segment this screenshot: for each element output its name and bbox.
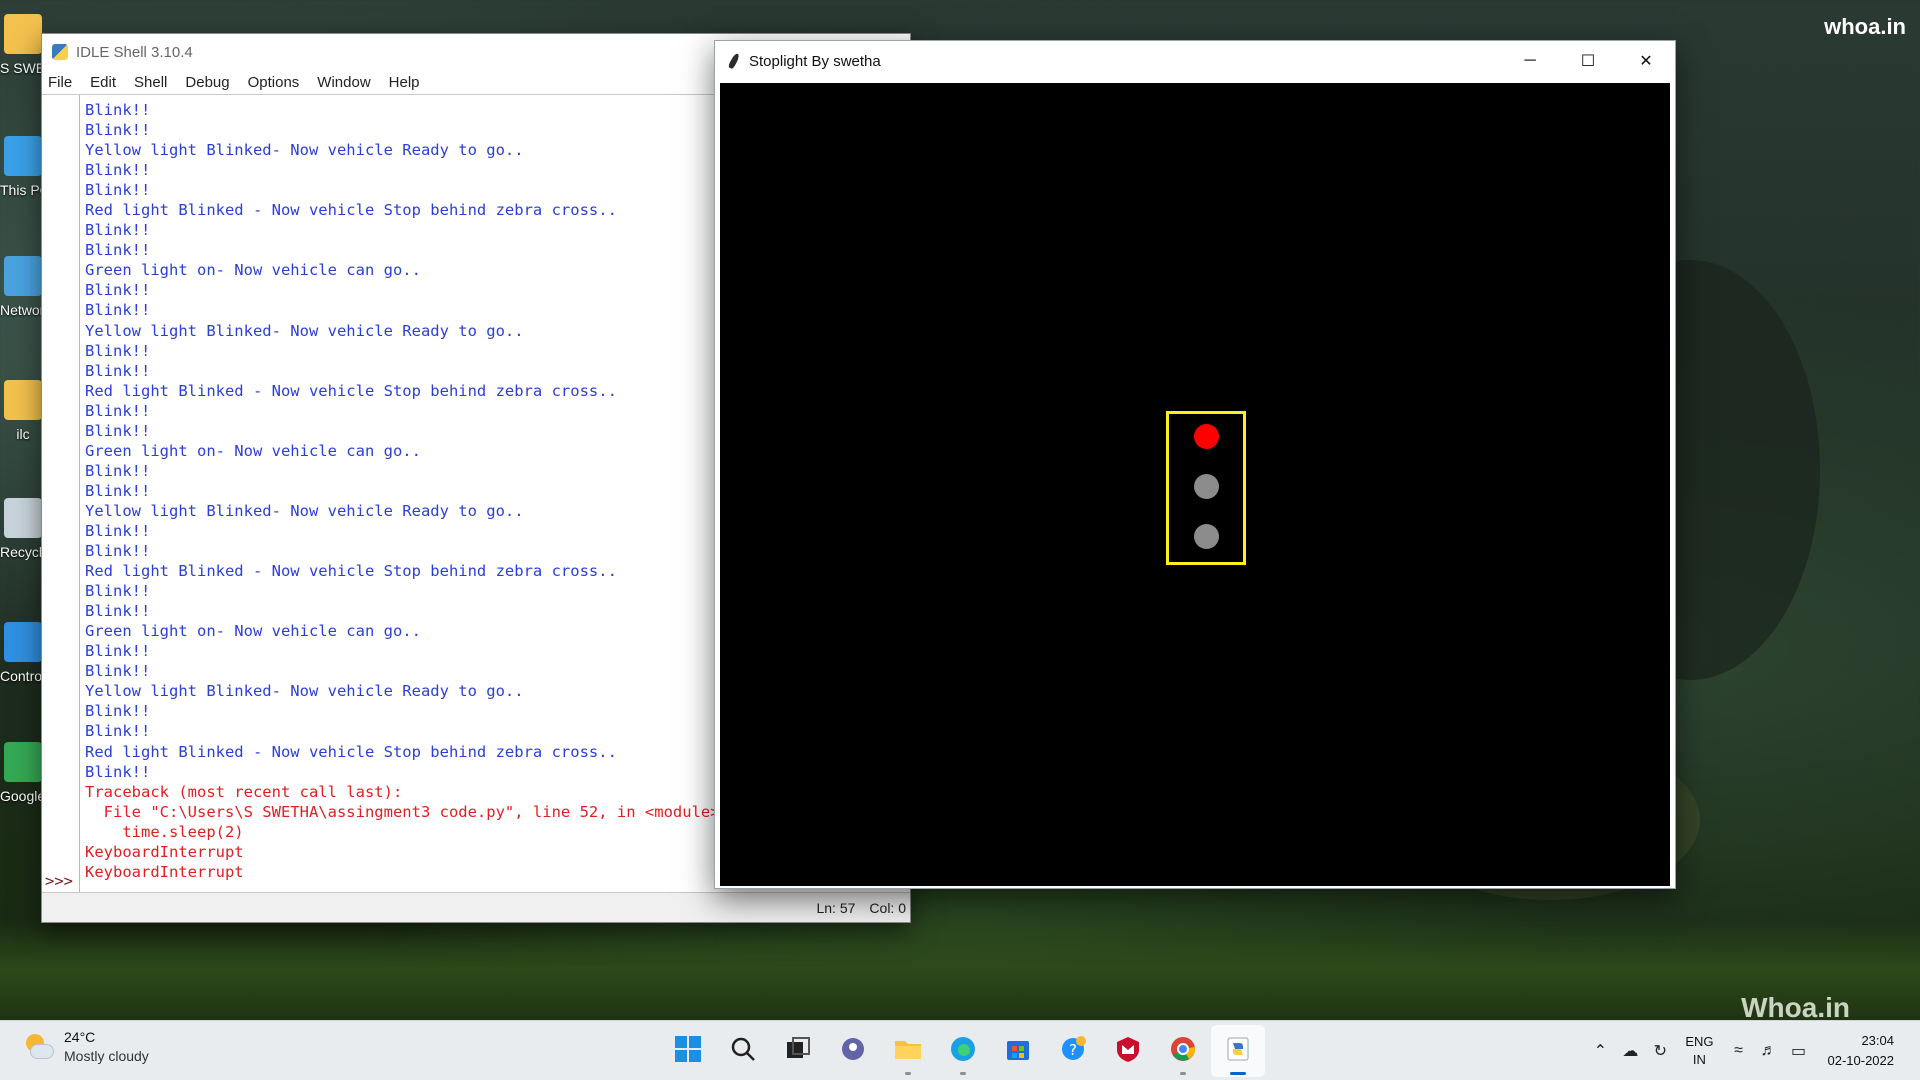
status-column: Col: 0 [869,899,906,916]
svg-text:?: ? [1069,1041,1077,1059]
desktop-this-pc-icon [4,136,42,176]
taskbar: 24°C Mostly cloudy ? ⌃ ☁ ↻ ENG IN ≈ ♬ ▭ … [0,1020,1920,1080]
desktop-icon-item[interactable]: S SWETHA [0,14,46,76]
chrome-button[interactable] [1156,1025,1210,1077]
desktop-icon-label: Network [0,302,46,318]
menu-options[interactable]: Options [239,74,309,91]
close-button[interactable]: ✕ [1617,41,1675,81]
volume-icon[interactable]: ♬ [1756,1038,1782,1064]
language-indicator[interactable]: ENG IN [1685,1033,1713,1069]
weather-temperature: 24°C [64,1029,96,1045]
clock-date: 02-10-2022 [1827,1053,1895,1068]
chevron-up-icon[interactable]: ⌃ [1587,1038,1613,1064]
desktop-icon-item[interactable]: Network [0,256,46,318]
desktop-network-icon [4,256,42,296]
python-icon [52,44,68,60]
menu-file[interactable]: File [42,74,81,91]
edge-icon [949,1035,977,1068]
desktop-recycle-bin-icon [4,498,42,538]
maximize-icon: ☐ [1580,53,1596,70]
store-button[interactable] [991,1025,1045,1077]
desktop-icon-label: Control Panel [0,668,46,684]
get-help-button[interactable]: ? [1046,1025,1100,1077]
search-icon [729,1035,757,1068]
desktop-icon-item[interactable]: ilc [2,380,44,442]
turtle-canvas[interactable] [720,83,1670,886]
folder-icon [893,1035,923,1068]
taskbar-apps: ? [660,1021,1265,1080]
chat-button[interactable] [826,1025,880,1077]
minimize-button[interactable]: ─ [1501,41,1559,81]
desktop-chrome-icon [4,742,42,782]
desktop-icon-item[interactable]: Recycle Bin [0,498,46,560]
wallpaper-grass [0,920,1920,1020]
menu-shell[interactable]: Shell [125,74,176,91]
desktop-icon-label: Google Chrome [0,788,46,804]
stoplight-titlebar[interactable]: Stoplight By swetha ─ ☐ ✕ [715,41,1675,81]
edge-button[interactable] [936,1025,990,1077]
red-lamp [1194,424,1219,449]
start-button[interactable] [661,1025,715,1077]
desktop-control-panel-icon [4,622,42,662]
feather-icon [727,53,741,69]
desktop-icon-label: ilc [16,426,30,442]
chat-icon [839,1035,867,1068]
running-indicator [904,1072,911,1075]
shell-prompt: >>> [45,872,73,890]
clock-time: 23:04 [1861,1033,1894,1048]
desktop-icon-item[interactable]: Google Chrome [0,742,46,804]
menu-window[interactable]: Window [308,74,379,91]
python-idle-button[interactable] [1210,1025,1265,1077]
file-explorer-button[interactable] [881,1025,935,1077]
desktop-icon-label: S SWETHA [0,60,46,76]
desktop-icon-item[interactable]: Control Panel [0,622,46,684]
desktop-icon-label: This PC [0,182,46,198]
maximize-button[interactable]: ☐ [1559,41,1617,81]
mcafee-button[interactable] [1101,1025,1155,1077]
search-button[interactable] [716,1025,770,1077]
minimize-icon: ─ [1524,52,1536,69]
wifi-icon[interactable]: ≈ [1726,1038,1752,1064]
region-code: IN [1692,1052,1706,1067]
task-view-button[interactable] [771,1025,825,1077]
python-icon [1224,1035,1252,1068]
store-icon [1004,1035,1032,1068]
wallpaper-watermark: whoa.in [1824,14,1906,39]
stoplight-window: Stoplight By swetha ─ ☐ ✕ [714,40,1676,889]
help-icon: ? [1059,1035,1087,1068]
running-indicator [1179,1072,1186,1075]
running-indicator [1229,1072,1246,1075]
weather-condition: Mostly cloudy [64,1048,149,1064]
menu-help[interactable]: Help [380,74,429,91]
menu-edit[interactable]: Edit [81,74,125,91]
desktop-icon-label: Recycle Bin [0,544,46,560]
weather-widget[interactable]: 24°C Mostly cloudy [22,1029,149,1064]
onedrive-cloud-icon[interactable]: ☁ [1617,1038,1643,1064]
battery-icon[interactable]: ▭ [1786,1038,1812,1064]
desktop-icon-item[interactable]: This PC [0,136,46,198]
sync-icon[interactable]: ↻ [1647,1038,1673,1064]
idle-window-title: IDLE Shell 3.10.4 [76,43,193,61]
running-indicator [959,1072,966,1075]
partly-cloudy-icon [22,1032,54,1062]
taskview-icon [784,1035,812,1068]
system-tray: ⌃ ☁ ↻ ENG IN ≈ ♬ ▭ 23:04 02-10-2022 [1585,1021,1920,1080]
language-code: ENG [1685,1034,1714,1049]
stoplight-housing [1166,411,1246,565]
menu-debug[interactable]: Debug [176,74,238,91]
close-icon: ✕ [1639,53,1653,70]
window-controls: ─ ☐ ✕ [1501,41,1675,81]
yellow-lamp [1194,474,1219,499]
chrome-icon [1169,1035,1197,1068]
desktop-folder-icon-2 [4,380,42,420]
mcafee-icon [1114,1035,1142,1068]
start-icon [674,1035,702,1068]
green-lamp [1194,524,1219,549]
idle-statusbar: Ln: 57 Col: 0 [42,892,910,922]
prompt-gutter: >>> >>> [42,95,80,910]
desktop-folder-icon [4,14,42,54]
status-line: Ln: 57 [816,899,856,916]
stoplight-window-title: Stoplight By swetha [749,52,881,70]
clock[interactable]: 23:04 02-10-2022 [1828,1031,1895,1071]
